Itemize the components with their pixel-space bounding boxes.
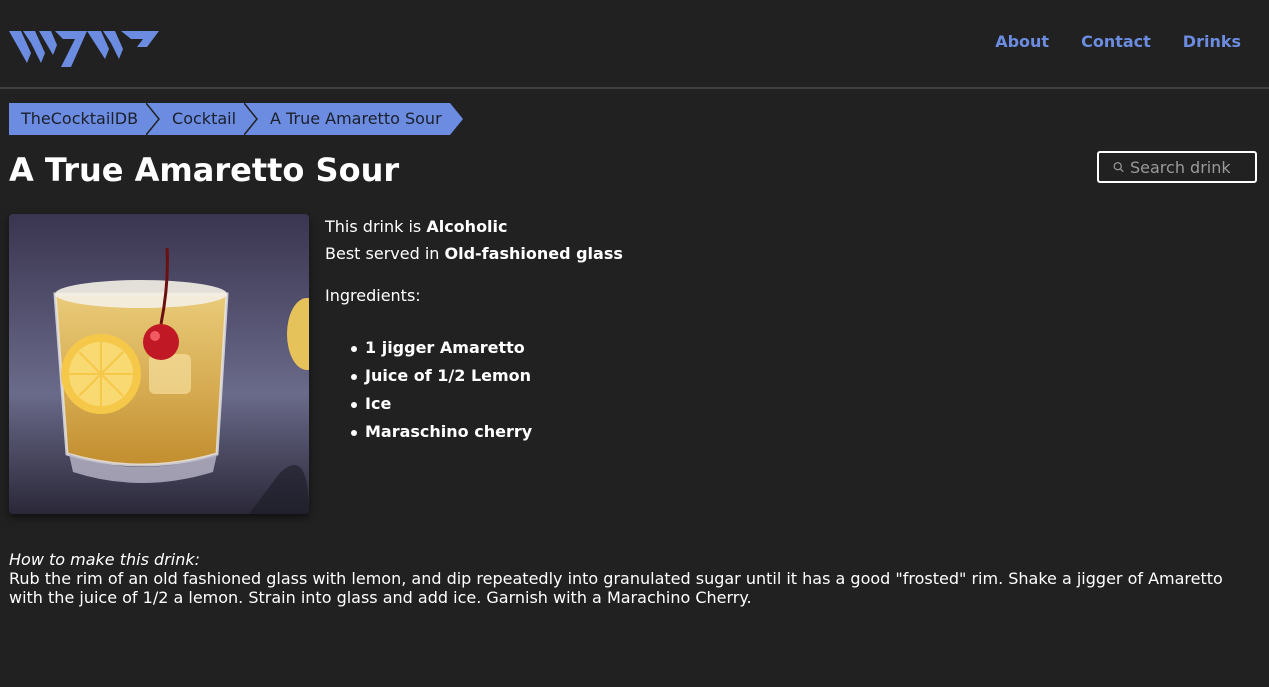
breadcrumb: TheCocktailDB Cocktail A True Amaretto S…	[9, 103, 463, 135]
drink-info: This drink is Alcoholic Best served in O…	[325, 213, 623, 267]
nav-contact-link[interactable]: Contact	[1081, 32, 1151, 52]
page-title: A True Amaretto Sour	[9, 151, 400, 189]
main-nav: About Contact Drinks	[995, 32, 1241, 52]
alcoholic-prefix: This drink is	[325, 217, 427, 236]
alcoholic-value: Alcoholic	[426, 217, 508, 236]
search-box[interactable]	[1097, 151, 1257, 183]
breadcrumb-arrow-icon	[449, 103, 463, 135]
list-item: 1 jigger Amaretto	[350, 334, 532, 362]
site-header: About Contact Drinks	[0, 0, 1269, 89]
list-item: Maraschino cherry	[350, 418, 532, 446]
breadcrumb-label: TheCocktailDB	[21, 109, 139, 128]
instructions-section: How to make this drink: Rub the rim of a…	[9, 550, 1249, 607]
search-icon	[1113, 162, 1124, 173]
nav-about-link[interactable]: About	[995, 32, 1049, 52]
instructions-label: How to make this drink:	[9, 550, 200, 569]
instructions-text: Rub the rim of an old fashioned glass wi…	[9, 569, 1223, 607]
nav-drinks-link[interactable]: Drinks	[1183, 32, 1241, 52]
breadcrumb-item-category[interactable]: Cocktail	[146, 103, 259, 135]
breadcrumb-item-home[interactable]: TheCocktailDB	[9, 103, 161, 135]
drink-image	[9, 214, 309, 514]
breadcrumb-label: Cocktail	[172, 109, 237, 128]
glass-line: Best served in Old-fashioned glass	[325, 240, 623, 267]
breadcrumb-arrow-icon	[146, 103, 161, 135]
ingredients-list: 1 jigger Amaretto Juice of 1/2 Lemon Ice…	[350, 334, 532, 446]
logo-icon[interactable]	[9, 27, 159, 69]
breadcrumb-item-current[interactable]: A True Amaretto Sour	[244, 103, 463, 135]
ingredients-label: Ingredients:	[325, 286, 421, 305]
list-item: Juice of 1/2 Lemon	[350, 362, 532, 390]
glass-prefix: Best served in	[325, 244, 445, 263]
alcoholic-line: This drink is Alcoholic	[325, 213, 623, 240]
glass-value: Old-fashioned glass	[444, 244, 623, 263]
search-input[interactable]	[1130, 157, 1255, 177]
list-item: Ice	[350, 390, 532, 418]
breadcrumb-arrow-icon	[244, 103, 259, 135]
breadcrumb-label: A True Amaretto Sour	[270, 109, 442, 128]
